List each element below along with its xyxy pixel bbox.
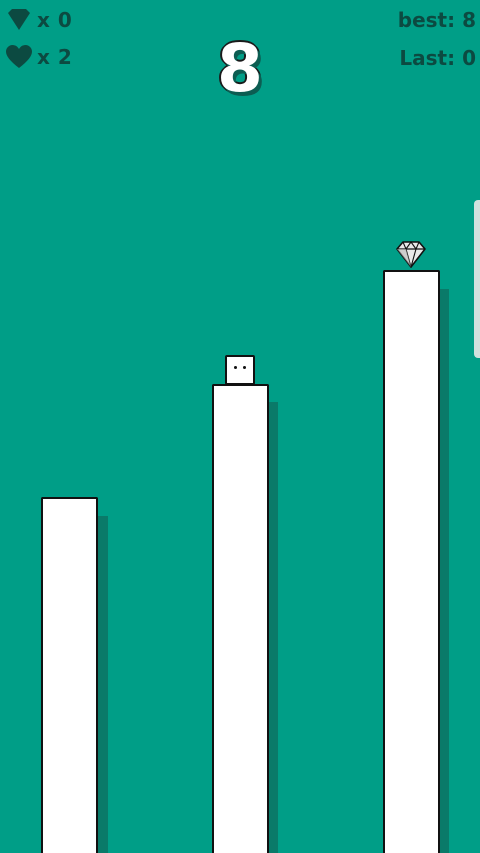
gem-count: x 0 bbox=[37, 8, 73, 32]
best-score: best: 8 bbox=[397, 8, 476, 32]
pillar-platform bbox=[212, 384, 269, 853]
gem-counter: x 0 bbox=[6, 8, 72, 32]
last-score: Last: 0 bbox=[399, 46, 476, 70]
gem-icon bbox=[8, 9, 30, 30]
player-eye-right bbox=[243, 366, 246, 369]
edge-scroll-indicator bbox=[474, 200, 480, 358]
pillar-platform bbox=[383, 270, 440, 853]
player-eye-left bbox=[234, 366, 237, 369]
pillar-platform bbox=[41, 497, 98, 853]
diamond-icon bbox=[396, 241, 426, 268]
player-cube bbox=[225, 355, 255, 385]
